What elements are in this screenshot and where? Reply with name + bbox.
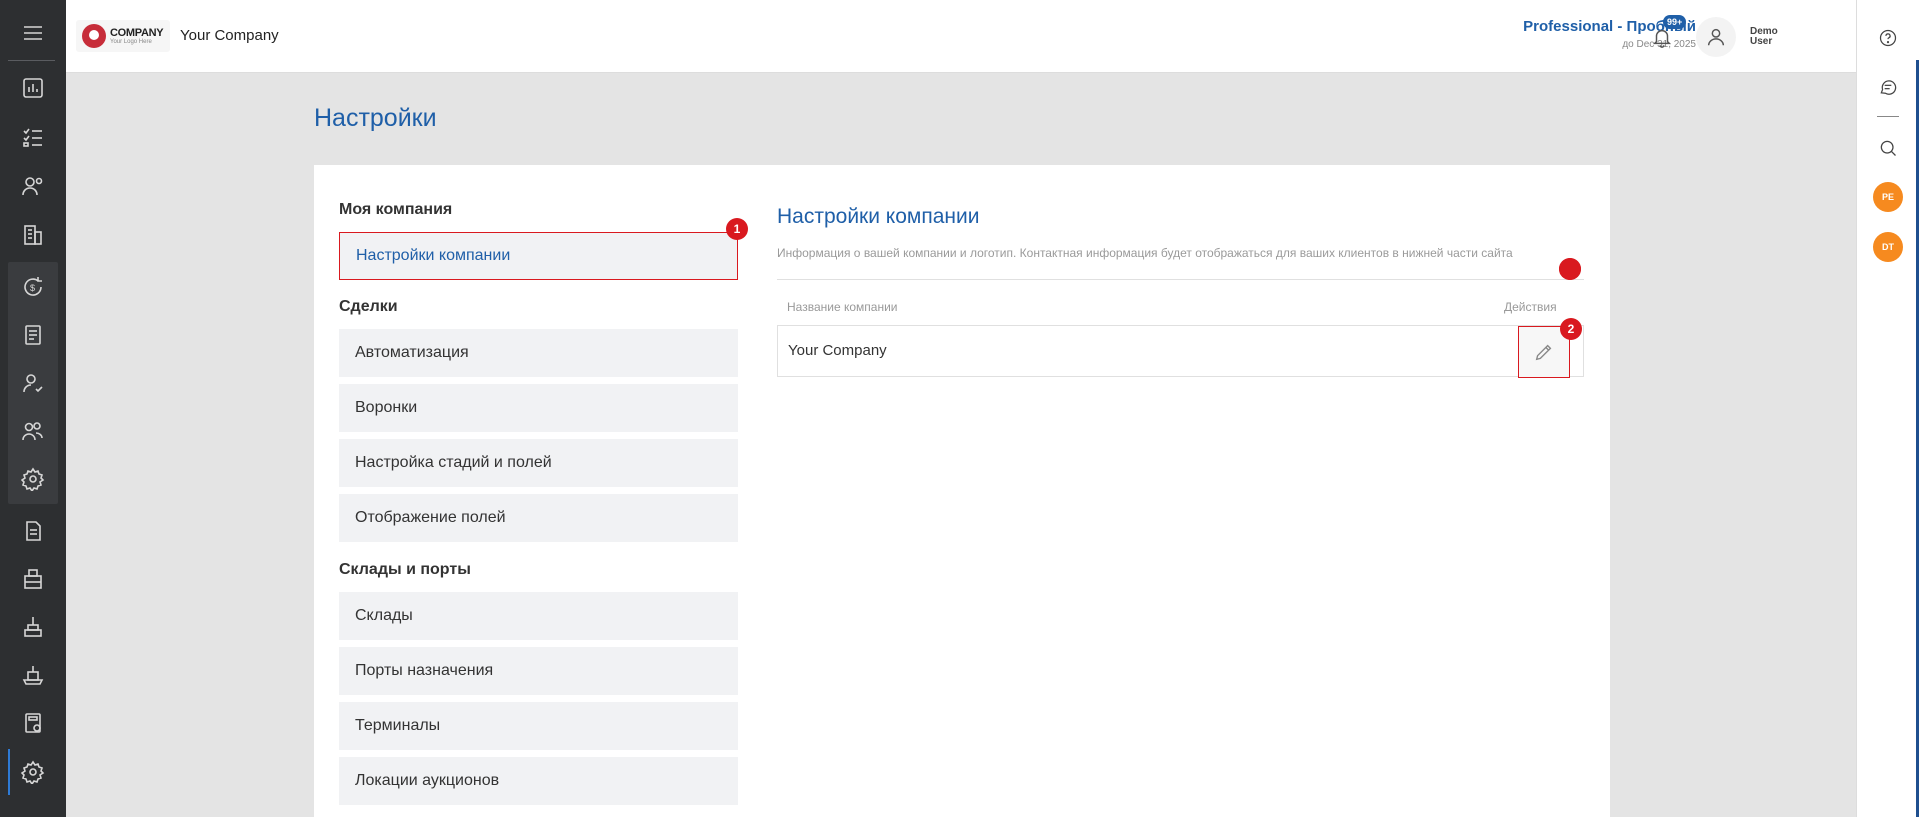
menu-item-stages-fields[interactable]: Настройка стадий и полей [339, 439, 738, 487]
page-title: Настройки [314, 104, 437, 132]
company-logo[interactable]: COMPANY Your Logo Here [76, 20, 170, 52]
ship-icon[interactable] [8, 652, 58, 698]
menu-item-funnels[interactable]: Воронки [339, 384, 738, 432]
help-icon[interactable] [1874, 24, 1902, 52]
menu-item-warehouses[interactable]: Склады [339, 592, 738, 640]
logo-title: COMPANY [110, 27, 164, 39]
user-avatar[interactable] [1696, 17, 1736, 57]
calculator-icon[interactable] [8, 700, 58, 746]
notifications-badge: 99+ [1663, 15, 1687, 29]
documents-icon[interactable] [8, 508, 58, 554]
table-row: Your Company [777, 325, 1584, 377]
top-header: COMPANY Your Logo Here Your Company Prof… [66, 0, 1856, 73]
column-header-actions: Действия [1504, 300, 1557, 314]
menu-item-company-settings[interactable]: Настройки компании [339, 232, 738, 280]
search-icon[interactable] [1874, 134, 1902, 162]
dashboard-icon[interactable] [8, 65, 58, 111]
svg-text:$: $ [30, 283, 35, 293]
menu-heading-my-company: Моя компания [339, 201, 453, 218]
settings-gear-user-icon[interactable] [8, 456, 58, 502]
companies-icon[interactable] [8, 212, 58, 258]
menu-item-terminals[interactable]: Терминалы [339, 702, 738, 750]
step-marker-1: 1 [726, 218, 748, 240]
menu-item-destination-ports[interactable]: Порты назначения [339, 647, 738, 695]
tasks-icon[interactable] [8, 114, 58, 160]
user-name[interactable]: Demo User [1750, 27, 1790, 47]
team-icon[interactable] [8, 408, 58, 454]
menu-item-field-display[interactable]: Отображение полей [339, 494, 738, 542]
settings-icon[interactable] [8, 749, 58, 795]
section-description: Информация о вашей компании и логотип. К… [777, 246, 1513, 260]
warehouse-icon[interactable] [8, 556, 58, 602]
logo-subtitle: Your Logo Here [110, 39, 152, 45]
user-settings-icon[interactable] [8, 360, 58, 406]
contacts-icon[interactable] [8, 163, 58, 209]
menu-icon[interactable] [8, 10, 58, 56]
crane-icon[interactable] [8, 604, 58, 650]
logo-mark-icon [82, 24, 106, 48]
menu-item-auction-locations[interactable]: Локации аукционов [339, 757, 738, 805]
menu-item-automation[interactable]: Автоматизация [339, 329, 738, 377]
pencil-icon [1535, 344, 1552, 361]
settings-card: Моя компания Настройки компании 1 Сделки… [314, 165, 1610, 817]
step-marker-2: 2 [1560, 318, 1582, 340]
left-sidebar: $ [0, 0, 66, 817]
right-rail: PE DT [1856, 0, 1919, 817]
column-header-company-name: Название компании [787, 300, 898, 314]
finance-icon[interactable]: $ [8, 264, 58, 310]
row-company-name: Your Company [788, 342, 887, 359]
menu-heading-deals: Сделки [339, 298, 398, 315]
header-company-name: Your Company [180, 27, 279, 44]
invoices-icon[interactable] [8, 312, 58, 358]
chat-icon[interactable] [1874, 73, 1902, 101]
divider [777, 279, 1584, 280]
menu-heading-warehouses-ports: Склады и порты [339, 561, 471, 578]
avatar-pe[interactable]: PE [1873, 182, 1903, 212]
section-title: Настройки компании [777, 205, 980, 228]
avatar-dt[interactable]: DT [1873, 232, 1903, 262]
